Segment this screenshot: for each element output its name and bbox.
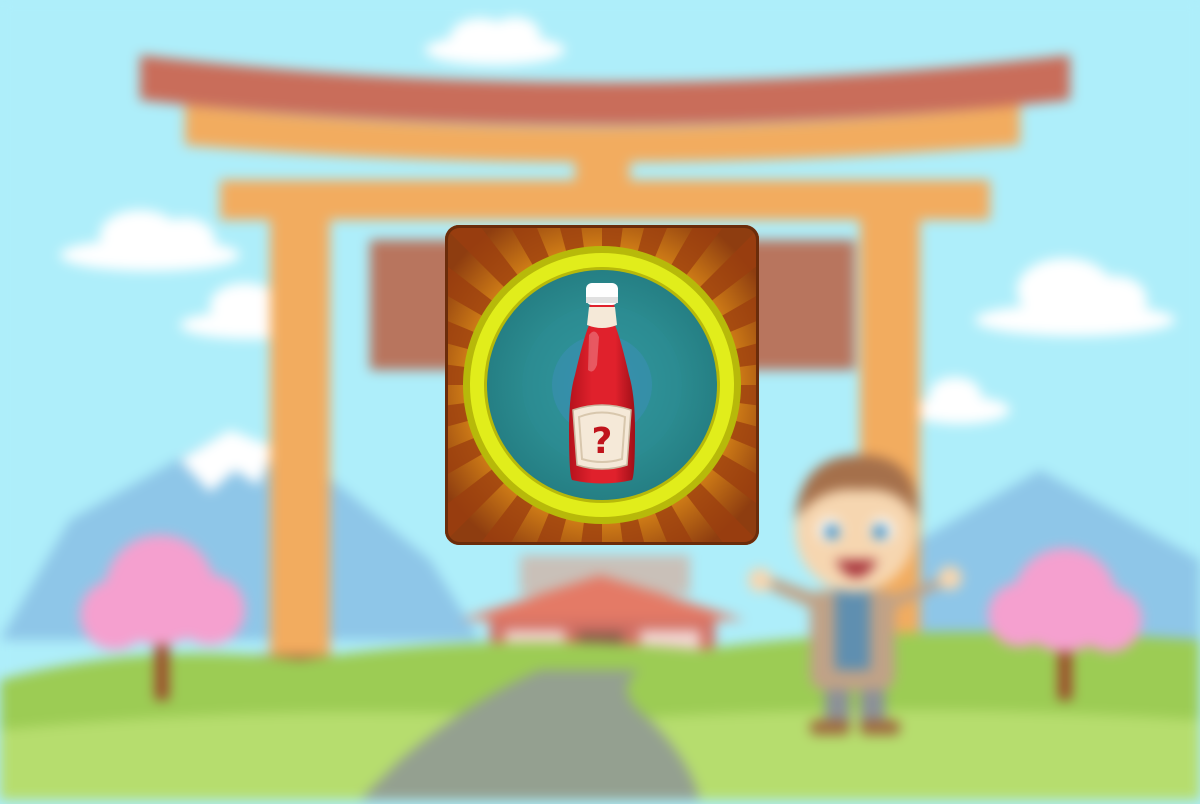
- mystery-symbol: ?: [592, 421, 613, 462]
- reward-card[interactable]: ?: [445, 225, 759, 545]
- game-screen: ?: [0, 0, 1200, 800]
- neck-label: [587, 307, 617, 328]
